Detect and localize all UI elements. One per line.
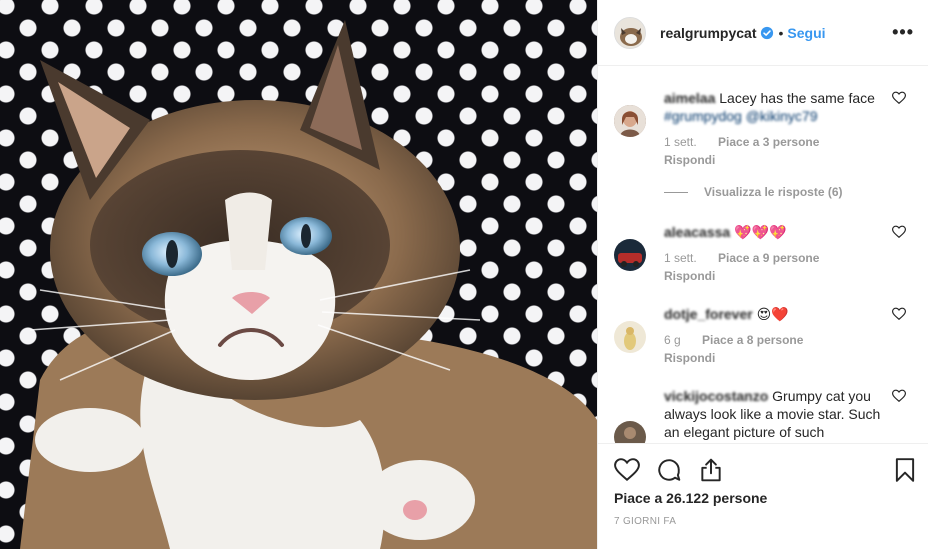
header-separator: • [778, 24, 784, 41]
comment-meta: 6 g Piace a 8 persone [664, 333, 882, 347]
commenter-avatar[interactable] [614, 421, 646, 443]
author-avatar[interactable] [614, 16, 646, 49]
save-button[interactable] [892, 457, 918, 483]
comment-item: aleacassa 💖💖💖 1 sett. Piace a 9 persone … [614, 223, 912, 285]
comment-username[interactable]: dotje_forever [664, 306, 753, 322]
commenter-avatar[interactable] [614, 105, 646, 137]
comment-time[interactable]: 6 g [664, 333, 681, 347]
bookmark-icon [895, 458, 915, 482]
reply-button[interactable]: Rispondi [664, 349, 882, 367]
comment-username[interactable]: aleacassa [664, 224, 730, 240]
comment-likes[interactable]: Piace a 3 persone [718, 135, 819, 149]
view-replies-button[interactable]: Visualizza le risposte (6) [664, 185, 912, 199]
comment-likes[interactable]: Piace a 9 persone [718, 251, 819, 265]
comment-item: vickijocostanzo Grumpy cat you always lo… [614, 387, 912, 443]
reply-button[interactable]: Rispondi [664, 267, 882, 285]
comment-heart-icon[interactable] [892, 225, 906, 239]
comment-item: dotje_forever 😍❤️ 6 g Piace a 8 persone … [614, 305, 912, 367]
author-avatar-image [615, 17, 645, 48]
share-icon [701, 458, 721, 482]
comment-text: 💖💖💖 [734, 224, 787, 240]
post-photo[interactable] [0, 0, 597, 549]
post-timestamp[interactable]: 7 giorni fa [614, 516, 912, 527]
commenter-avatar[interactable] [614, 321, 646, 353]
view-replies-line [664, 191, 688, 193]
heart-outline-icon [614, 458, 640, 482]
comment-item: aimelaa Lacey has the same face #grumpyd… [614, 89, 912, 169]
comment-tags[interactable]: #grumpydog @kikinyc79 [664, 108, 818, 124]
comments-list[interactable]: aimelaa Lacey has the same face #grumpyd… [598, 67, 928, 443]
post-sidebar: realgrumpycat • Segui ••• aimelaa Lacey … [597, 0, 928, 549]
action-bar [614, 444, 915, 496]
share-button[interactable] [698, 457, 724, 483]
comment-likes[interactable]: Piace a 8 persone [702, 333, 803, 347]
commenter-avatar-image [614, 239, 646, 271]
view-replies-label: Visualizza le risposte (6) [704, 185, 843, 199]
like-button[interactable] [614, 457, 640, 483]
comment-time[interactable]: 1 sett. [664, 135, 697, 149]
more-options-icon[interactable]: ••• [892, 22, 914, 43]
comment-bubble-icon [658, 459, 681, 481]
comment-time[interactable]: 1 sett. [664, 251, 697, 265]
post-header: realgrumpycat • Segui ••• [598, 0, 928, 66]
comment-meta: 1 sett. Piace a 3 persone [664, 135, 882, 149]
like-count-number: 26.122 [666, 490, 709, 506]
verified-badge-icon [761, 26, 774, 39]
commenter-avatar-image [614, 421, 646, 443]
comment-heart-icon[interactable] [892, 389, 906, 403]
commenter-avatar-image [614, 105, 646, 137]
comment-button[interactable] [656, 457, 682, 483]
like-count[interactable]: Piace a 26.122 persone [614, 490, 912, 506]
comment-username[interactable]: aimelaa [664, 90, 715, 106]
follow-button[interactable]: Segui [787, 25, 825, 41]
like-count-prefix: Piace a [614, 490, 663, 506]
comment-text: Lacey has the same face [719, 90, 875, 106]
post-actions-area: Piace a 26.122 persone 7 giorni fa [598, 443, 928, 549]
grumpy-cat-image [20, 20, 597, 549]
commenter-avatar[interactable] [614, 239, 646, 271]
comment-text: 😍❤️ [756, 306, 789, 322]
like-count-suffix: persone [712, 490, 768, 506]
commenter-avatar-image [614, 321, 646, 353]
comment-heart-icon[interactable] [892, 307, 906, 321]
comment-username[interactable]: vickijocostanzo [664, 388, 768, 404]
author-username[interactable]: realgrumpycat [660, 25, 756, 41]
reply-button[interactable]: Rispondi [664, 151, 882, 169]
comment-meta: 1 sett. Piace a 9 persone [664, 251, 882, 265]
comment-heart-icon[interactable] [892, 91, 906, 105]
